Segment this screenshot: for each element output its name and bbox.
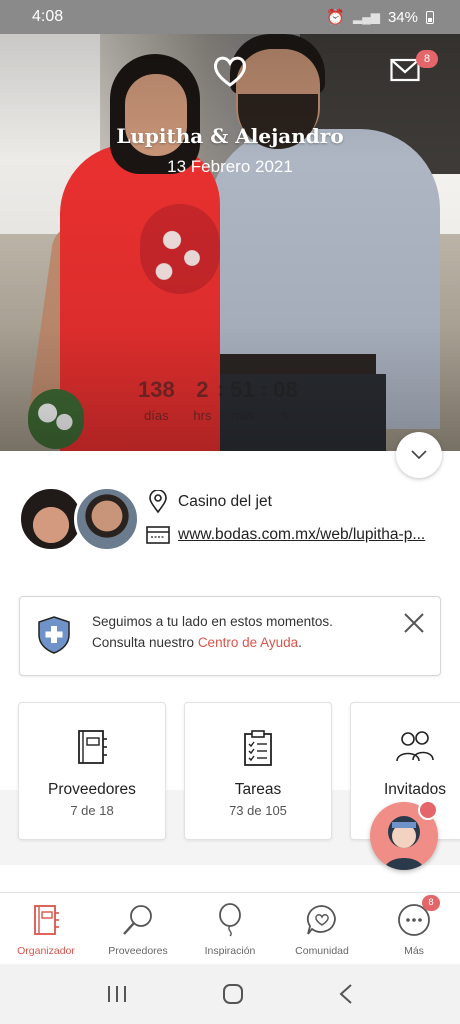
card-title: Tareas	[234, 781, 282, 798]
help-center-link[interactable]: Centro de Ayuda	[198, 635, 298, 650]
countdown-days-label: días	[144, 408, 169, 423]
nav-label: Inspiración	[204, 945, 256, 957]
wedding-date: 13 Febrero 2021	[167, 157, 293, 176]
card-progress: 73 de 105	[229, 803, 287, 818]
alarm-icon: ⏰	[326, 9, 345, 26]
venue-name: Casino del jet	[178, 493, 272, 510]
checklist-icon	[244, 730, 272, 766]
location-pin-icon	[149, 490, 167, 514]
card-title: Invitados	[383, 781, 447, 798]
system-navigation-bar	[0, 964, 460, 1024]
avatar-groom[interactable]	[74, 486, 140, 552]
signal-icon: ▂▄▆	[353, 10, 380, 24]
status-time: 4:08	[32, 8, 64, 25]
heart-logo-icon	[213, 56, 247, 87]
card-progress: 7 de 18	[70, 803, 114, 818]
help-notice: Seguimos a tu lado en estos momentos. Co…	[19, 596, 441, 676]
nav-proveedores[interactable]: Proveedores	[92, 893, 184, 964]
couple-avatars[interactable]	[18, 486, 140, 554]
balloon-icon	[219, 903, 241, 937]
venue-row[interactable]: Casino del jet	[148, 490, 272, 514]
status-icons: ⏰ ▂▄▆ 34%	[326, 8, 434, 26]
card-proveedores[interactable]: Proveedores 7 de 18	[18, 702, 166, 840]
battery-percent: 34%	[387, 8, 418, 26]
card-tareas[interactable]: Tareas 73 de 105	[184, 702, 332, 840]
close-icon[interactable]	[402, 611, 426, 635]
expand-button[interactable]	[396, 432, 442, 478]
nav-label: Proveedores	[108, 945, 168, 957]
nav-comunidad[interactable]: Comunidad	[276, 893, 368, 964]
nav-label: Más	[404, 945, 424, 957]
countdown-days: 138	[138, 377, 175, 402]
wedding-website-link[interactable]: www.bodas.com.mx/web/lupitha-p...	[178, 526, 440, 544]
status-bar: 4:08 ⏰ ▂▄▆ 34%	[0, 0, 460, 34]
notice-line-2: Consulta nuestro Centro de Ayuda.	[92, 635, 302, 650]
search-icon	[123, 905, 152, 935]
nav-inspiracion[interactable]: Inspiración	[184, 893, 276, 964]
guests-icon	[396, 731, 434, 762]
countdown-minutes-label: min	[231, 408, 253, 423]
bottom-navigation: Organizador Proveedores Inspiración Comu…	[0, 892, 460, 964]
countdown-hours: 2	[196, 377, 209, 402]
app-screen: 4:08 ⏰ ▂▄▆ 34% 8 Lupitha & Alejandro 13 …	[0, 0, 460, 1024]
assistant-badge	[418, 800, 438, 820]
nav-label: Organizador	[17, 945, 75, 957]
nav-mas[interactable]: Más 8	[368, 893, 460, 964]
back-icon[interactable]	[338, 983, 354, 1005]
countdown-seconds-label: s	[282, 408, 289, 423]
countdown: 138 días : 2 hrs : 51 min : 08 s	[138, 377, 298, 424]
notice-line-1: Seguimos a tu lado en estos momentos.	[92, 614, 333, 629]
battery-icon	[426, 10, 434, 24]
vendors-book-icon	[78, 730, 107, 764]
card-title: Proveedores	[48, 781, 136, 798]
countdown-minutes: 51	[230, 377, 255, 402]
chat-heart-icon	[306, 905, 336, 935]
countdown-hours-label: hrs	[193, 408, 212, 423]
more-badge: 8	[422, 895, 440, 911]
mail-badge: 8	[416, 50, 438, 68]
home-icon[interactable]	[221, 982, 245, 1006]
nav-label: Comunidad	[295, 945, 349, 957]
couple-names: Lupitha & Alejandro	[116, 124, 344, 148]
shield-plus-icon	[38, 616, 70, 654]
website-icon	[146, 526, 170, 544]
wedding-website-row[interactable]: www.bodas.com.mx/web/lupitha-p...	[146, 525, 440, 545]
organizer-book-icon	[34, 905, 59, 935]
nav-organizador[interactable]: Organizador	[0, 893, 92, 964]
countdown-seconds: 08	[273, 377, 298, 402]
recent-apps-icon[interactable]	[106, 984, 128, 1004]
chevron-down-icon	[411, 450, 427, 460]
